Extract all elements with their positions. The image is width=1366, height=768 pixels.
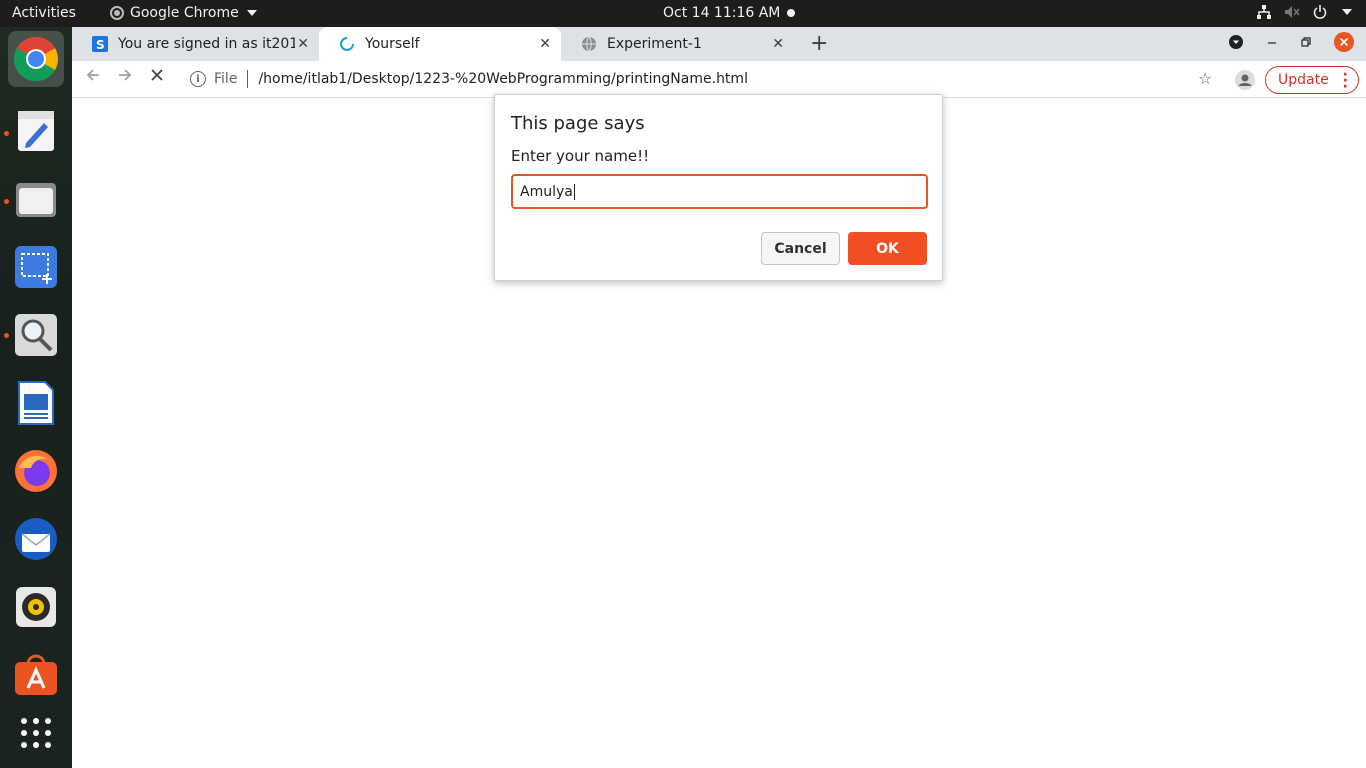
notification-dot-icon [787, 9, 795, 17]
tab-experiment-1[interactable]: Experiment-1 ✕ [561, 27, 794, 61]
dock-firefox[interactable] [8, 443, 64, 499]
grid-icon [21, 718, 51, 748]
volume-muted-icon[interactable] [1284, 4, 1300, 20]
text-editor-icon [18, 111, 54, 151]
tab-signed-in[interactable]: S You are signed in as it201 ✕ [72, 27, 319, 61]
minimize-icon[interactable] [1266, 36, 1278, 48]
tab-strip: S You are signed in as it201 ✕ Yourself … [72, 27, 1366, 61]
dock-software-center[interactable] [8, 647, 64, 703]
system-tray[interactable] [1256, 4, 1352, 20]
update-label: Update [1278, 72, 1329, 88]
input-value: Amulya [520, 183, 573, 200]
arrow-left-icon [86, 69, 99, 81]
ok-button[interactable]: OK [848, 232, 927, 265]
chevron-down-icon [246, 10, 257, 16]
dock-screenshot[interactable] [8, 239, 64, 295]
dock-files[interactable] [8, 171, 64, 227]
window-controls [1228, 32, 1354, 52]
writer-icon [18, 381, 54, 425]
thunderbird-icon [15, 518, 57, 560]
loading-spinner-icon [340, 37, 354, 51]
dock-rhythmbox[interactable] [8, 579, 64, 635]
show-applications-button[interactable] [8, 705, 64, 761]
bookmark-star-icon[interactable]: ☆ [1198, 69, 1212, 88]
info-icon[interactable]: i [190, 71, 206, 87]
profile-avatar[interactable] [1235, 70, 1255, 90]
url-text[interactable]: /home/itlab1/Desktop/1223-%20WebProgramm… [258, 71, 748, 87]
tab-title: You are signed in as it201 [118, 36, 295, 52]
dock-image-viewer[interactable] [8, 307, 64, 363]
dock [0, 27, 72, 768]
magnifier-icon [15, 314, 57, 356]
dock-thunderbird[interactable] [8, 511, 64, 567]
svg-text:S: S [96, 38, 105, 52]
cancel-button[interactable]: Cancel [761, 232, 840, 265]
dock-text-editor[interactable] [8, 103, 64, 159]
url-scheme-label: File [214, 71, 238, 87]
chrome-icon [110, 6, 124, 20]
restore-icon[interactable] [1300, 36, 1312, 48]
app-menu-label: Google Chrome [130, 5, 239, 21]
chevron-down-icon[interactable] [1342, 9, 1352, 15]
browser-toolbar: i File /home/itlab1/Desktop/1223-%20WebP… [72, 61, 1366, 98]
stop-icon [151, 69, 163, 81]
address-bar[interactable]: i File /home/itlab1/Desktop/1223-%20WebP… [180, 64, 1218, 94]
update-button[interactable]: Update · · · [1265, 66, 1359, 94]
activities-button[interactable]: Activities [12, 5, 76, 21]
stop-loading-button[interactable] [149, 67, 165, 88]
dialog-message: Enter your name!! [511, 147, 650, 165]
power-icon[interactable] [1312, 4, 1328, 20]
person-icon [1238, 74, 1252, 86]
chrome-icon [13, 37, 58, 82]
app-store-icon [15, 654, 57, 695]
s-logo-icon: S [92, 36, 108, 52]
dock-google-chrome[interactable] [8, 31, 64, 87]
globe-icon [582, 36, 596, 52]
speaker-icon [16, 587, 56, 627]
tab-title: Yourself [365, 36, 420, 52]
dock-libreoffice-writer[interactable] [8, 375, 64, 431]
arrow-right-icon [119, 69, 132, 81]
files-icon [16, 183, 56, 217]
close-window-icon[interactable] [1334, 32, 1354, 52]
close-icon[interactable]: ✕ [772, 36, 784, 52]
forward-button[interactable] [117, 67, 133, 88]
clock[interactable]: Oct 14 11:16 AM [663, 5, 780, 21]
back-button[interactable] [85, 67, 101, 88]
name-input[interactable]: Amulya [511, 174, 928, 209]
divider [247, 70, 249, 88]
close-icon[interactable]: ✕ [297, 36, 309, 52]
kebab-menu-icon[interactable]: · · · [1343, 68, 1348, 94]
new-tab-button[interactable]: + [810, 31, 828, 56]
dialog-title: This page says [511, 113, 645, 134]
prompt-dialog: This page says Enter your name!! Amulya … [494, 94, 943, 281]
tab-yourself[interactable]: Yourself ✕ [319, 27, 561, 61]
tab-title: Experiment-1 [607, 36, 702, 52]
close-icon[interactable]: ✕ [539, 36, 551, 52]
app-menu[interactable]: Google Chrome [110, 5, 257, 21]
system-top-bar: Activities Google Chrome Oct 14 11:16 AM [0, 0, 1366, 27]
firefox-icon [15, 450, 57, 492]
screenshot-icon [15, 246, 57, 288]
tab-search-icon[interactable] [1228, 34, 1244, 50]
network-icon[interactable] [1256, 4, 1272, 20]
text-cursor [573, 183, 575, 200]
